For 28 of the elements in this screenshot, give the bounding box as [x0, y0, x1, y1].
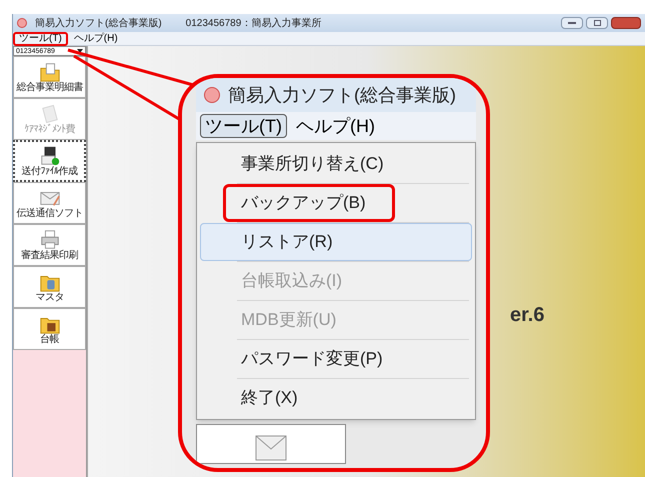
office-name: 0123456789：簡易入力事業所 [186, 16, 322, 30]
app-icon [17, 18, 27, 28]
sidebar-button[interactable]: 伝送通信ソフト [13, 182, 86, 224]
menu-item[interactable]: ヘルプ(H) [290, 114, 380, 138]
sidebar-button[interactable]: 審査結果印刷 [13, 224, 86, 266]
printer-icon [38, 229, 60, 251]
computer-icon [38, 145, 60, 167]
menu-item[interactable]: ヘルプ(H) [68, 32, 124, 46]
menu-item[interactable]: リストア(R) [200, 223, 472, 261]
sidebar-button[interactable]: 送付ﾌｧｲﾙ作成 [13, 140, 86, 182]
menu-item[interactable]: ツール(T) [200, 114, 287, 138]
envelope-icon [255, 435, 287, 461]
dropdown-arrow-icon [77, 49, 83, 53]
app-icon [204, 87, 220, 103]
window-title: 簡易入力ソフト(総合事業版) [35, 16, 162, 30]
maximize-button[interactable] [586, 17, 608, 29]
menu-item[interactable]: 終了(X) [197, 379, 475, 417]
sidebar-button[interactable]: 総合事業明細書 [13, 56, 86, 98]
sidebar-button[interactable]: 台帳 [13, 308, 86, 350]
version-text: er.6 [510, 303, 544, 328]
minimize-button[interactable] [561, 17, 583, 29]
menu-item[interactable]: 事業所切り替え(C) [197, 145, 475, 183]
sidebar-button[interactable]: マスタ [13, 266, 86, 308]
menu-item[interactable]: パスワード変更(P) [197, 340, 475, 378]
window-title: 簡易入力ソフト(総合事業版) [228, 84, 456, 107]
folder-icon [38, 61, 60, 83]
menu-item[interactable]: バックアップ(B) [223, 184, 395, 222]
close-button[interactable] [611, 17, 641, 29]
